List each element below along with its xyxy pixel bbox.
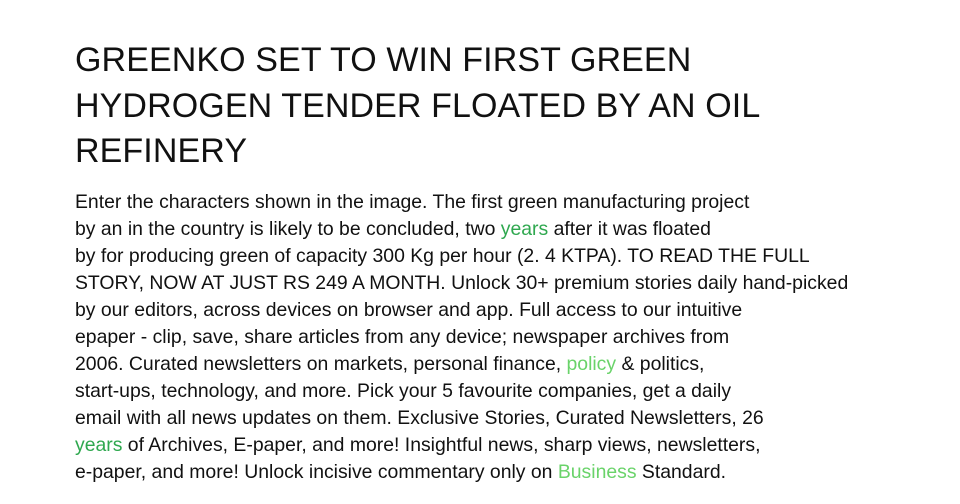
body-line: by for producing green of capacity 300 K… (75, 243, 945, 270)
body-text-segment: after it was floated (548, 217, 711, 240)
article: GREENKO SET TO WIN FIRST GREEN HYDROGEN … (75, 38, 945, 486)
body-line: by an in the country is likely to be con… (75, 216, 945, 243)
headline-line: HYDROGEN TENDER FLOATED BY AN OIL (75, 86, 761, 125)
body-line: email with all news updates on them. Exc… (75, 405, 945, 432)
body-line: epaper - clip, save, share articles from… (75, 324, 945, 351)
body-text-segment: STORY, NOW AT JUST RS 249 A MONTH. Unloc… (75, 271, 849, 294)
body-text-segment: e-paper, and more! Unlock incisive comme… (75, 460, 558, 483)
article-body: Enter the characters shown in the image.… (75, 189, 945, 486)
keyword-link-business[interactable]: Business (558, 461, 637, 483)
body-line: start-ups, technology, and more. Pick yo… (75, 378, 945, 405)
body-line: by our editors, across devices on browse… (75, 297, 945, 324)
body-line: e-paper, and more! Unlock incisive comme… (75, 459, 945, 486)
body-text-segment: Enter the characters shown in the image.… (75, 190, 750, 213)
body-text-segment: Standard. (636, 460, 727, 483)
keyword-link-years[interactable]: years (501, 218, 548, 240)
body-text-segment: of Archives, E-paper, and more! Insightf… (122, 433, 761, 456)
body-text-segment: by for producing green of capacity 300 K… (75, 244, 810, 267)
keyword-link-years[interactable]: years (75, 434, 122, 456)
body-line: years of Archives, E-paper, and more! In… (75, 432, 945, 459)
body-text-segment: & politics, (616, 352, 705, 375)
keyword-link-policy[interactable]: policy (567, 353, 617, 375)
body-line: 2006. Curated newsletters on markets, pe… (75, 351, 945, 378)
headline-line: GREENKO SET TO WIN FIRST GREEN (75, 41, 692, 79)
headline-line: REFINERY (75, 132, 248, 170)
body-line: Enter the characters shown in the image.… (75, 189, 945, 216)
body-text-segment: 2006. Curated newsletters on markets, pe… (75, 352, 567, 375)
body-text-segment: start-ups, technology, and more. Pick yo… (75, 379, 732, 402)
body-text-segment: email with all news updates on them. Exc… (75, 406, 764, 429)
body-text-segment: epaper - clip, save, share articles from… (75, 325, 730, 348)
body-line: STORY, NOW AT JUST RS 249 A MONTH. Unloc… (75, 270, 945, 297)
body-text-segment: by an in the country is likely to be con… (75, 217, 501, 240)
body-text-segment: by our editors, across devices on browse… (75, 298, 743, 321)
headline: GREENKO SET TO WIN FIRST GREEN HYDROGEN … (75, 38, 945, 175)
